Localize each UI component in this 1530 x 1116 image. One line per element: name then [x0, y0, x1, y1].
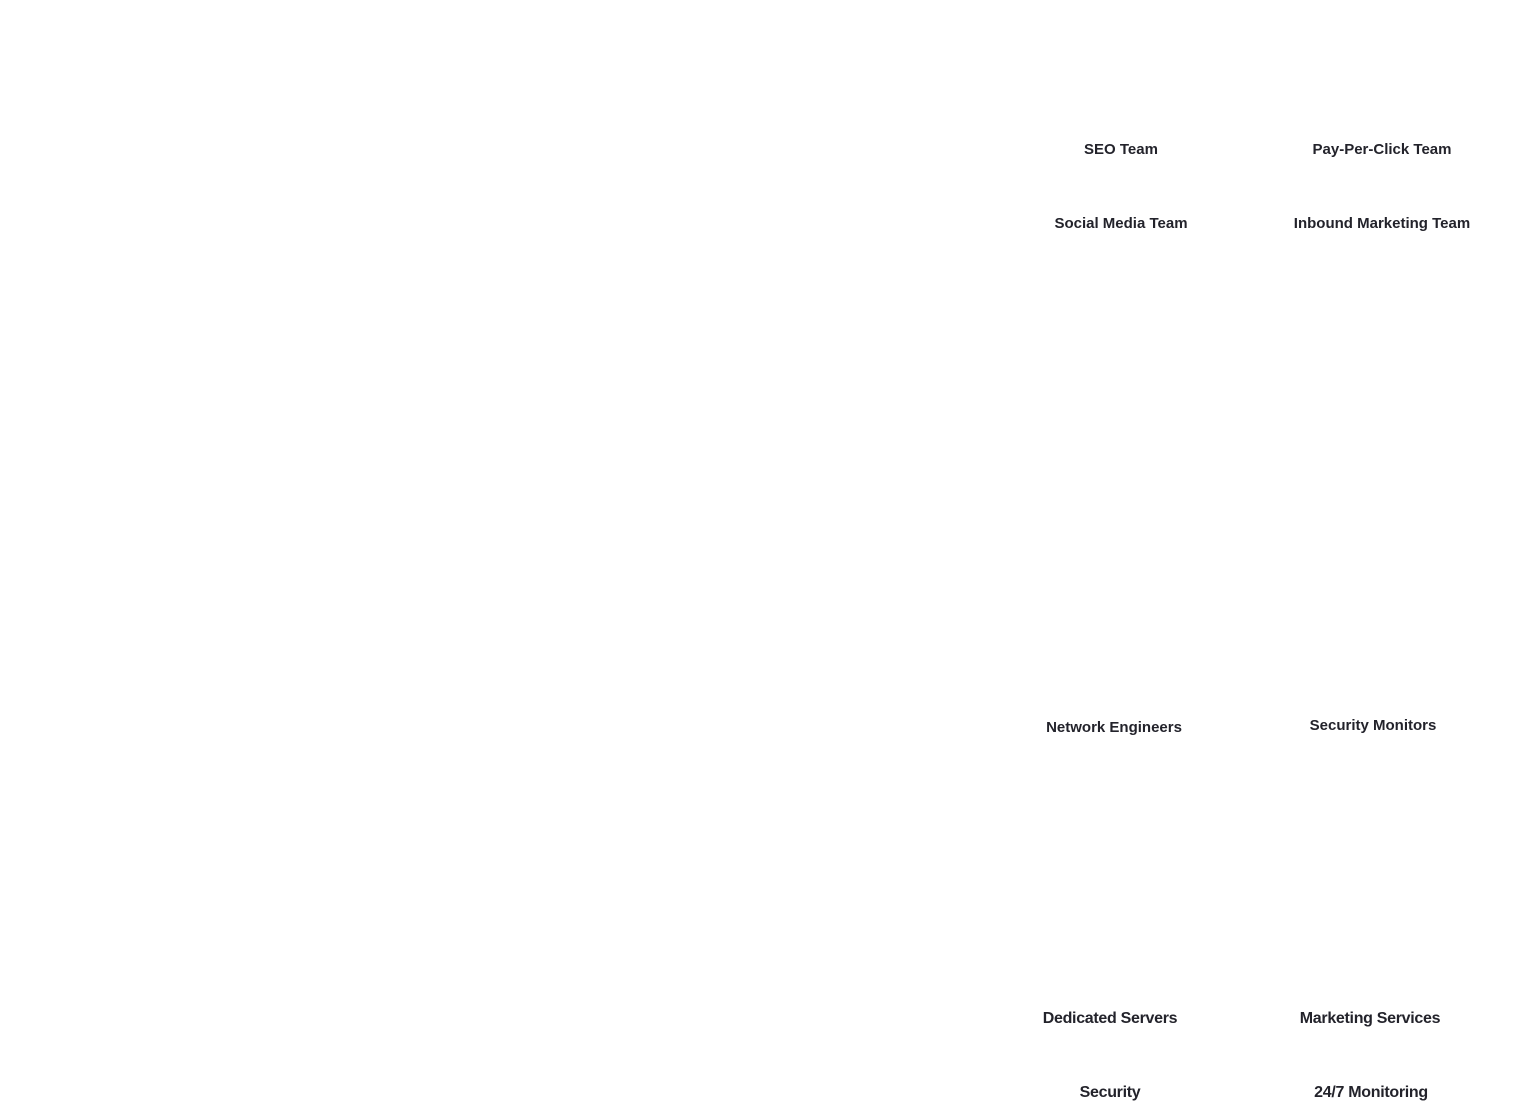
team-label-social-media: Social Media Team — [1054, 215, 1188, 232]
blank-content-area — [0, 0, 990, 1116]
feature-label-marketing-services: Marketing Services — [1299, 1010, 1441, 1027]
feature-label-security: Security — [1079, 1084, 1141, 1101]
services-panel: SEO Team Pay-Per-Click Team Social Media… — [990, 0, 1530, 1116]
team-label-ppc: Pay-Per-Click Team — [1312, 141, 1452, 158]
staff-label-network-engineers: Network Engineers — [1046, 719, 1182, 736]
team-label-inbound-marketing: Inbound Marketing Team — [1293, 215, 1471, 232]
feature-label-monitoring: 24/7 Monitoring — [1314, 1084, 1428, 1101]
staff-label-security-monitors: Security Monitors — [1309, 717, 1437, 734]
team-label-seo: SEO Team — [1084, 141, 1158, 158]
feature-label-dedicated-servers: Dedicated Servers — [1042, 1010, 1178, 1027]
